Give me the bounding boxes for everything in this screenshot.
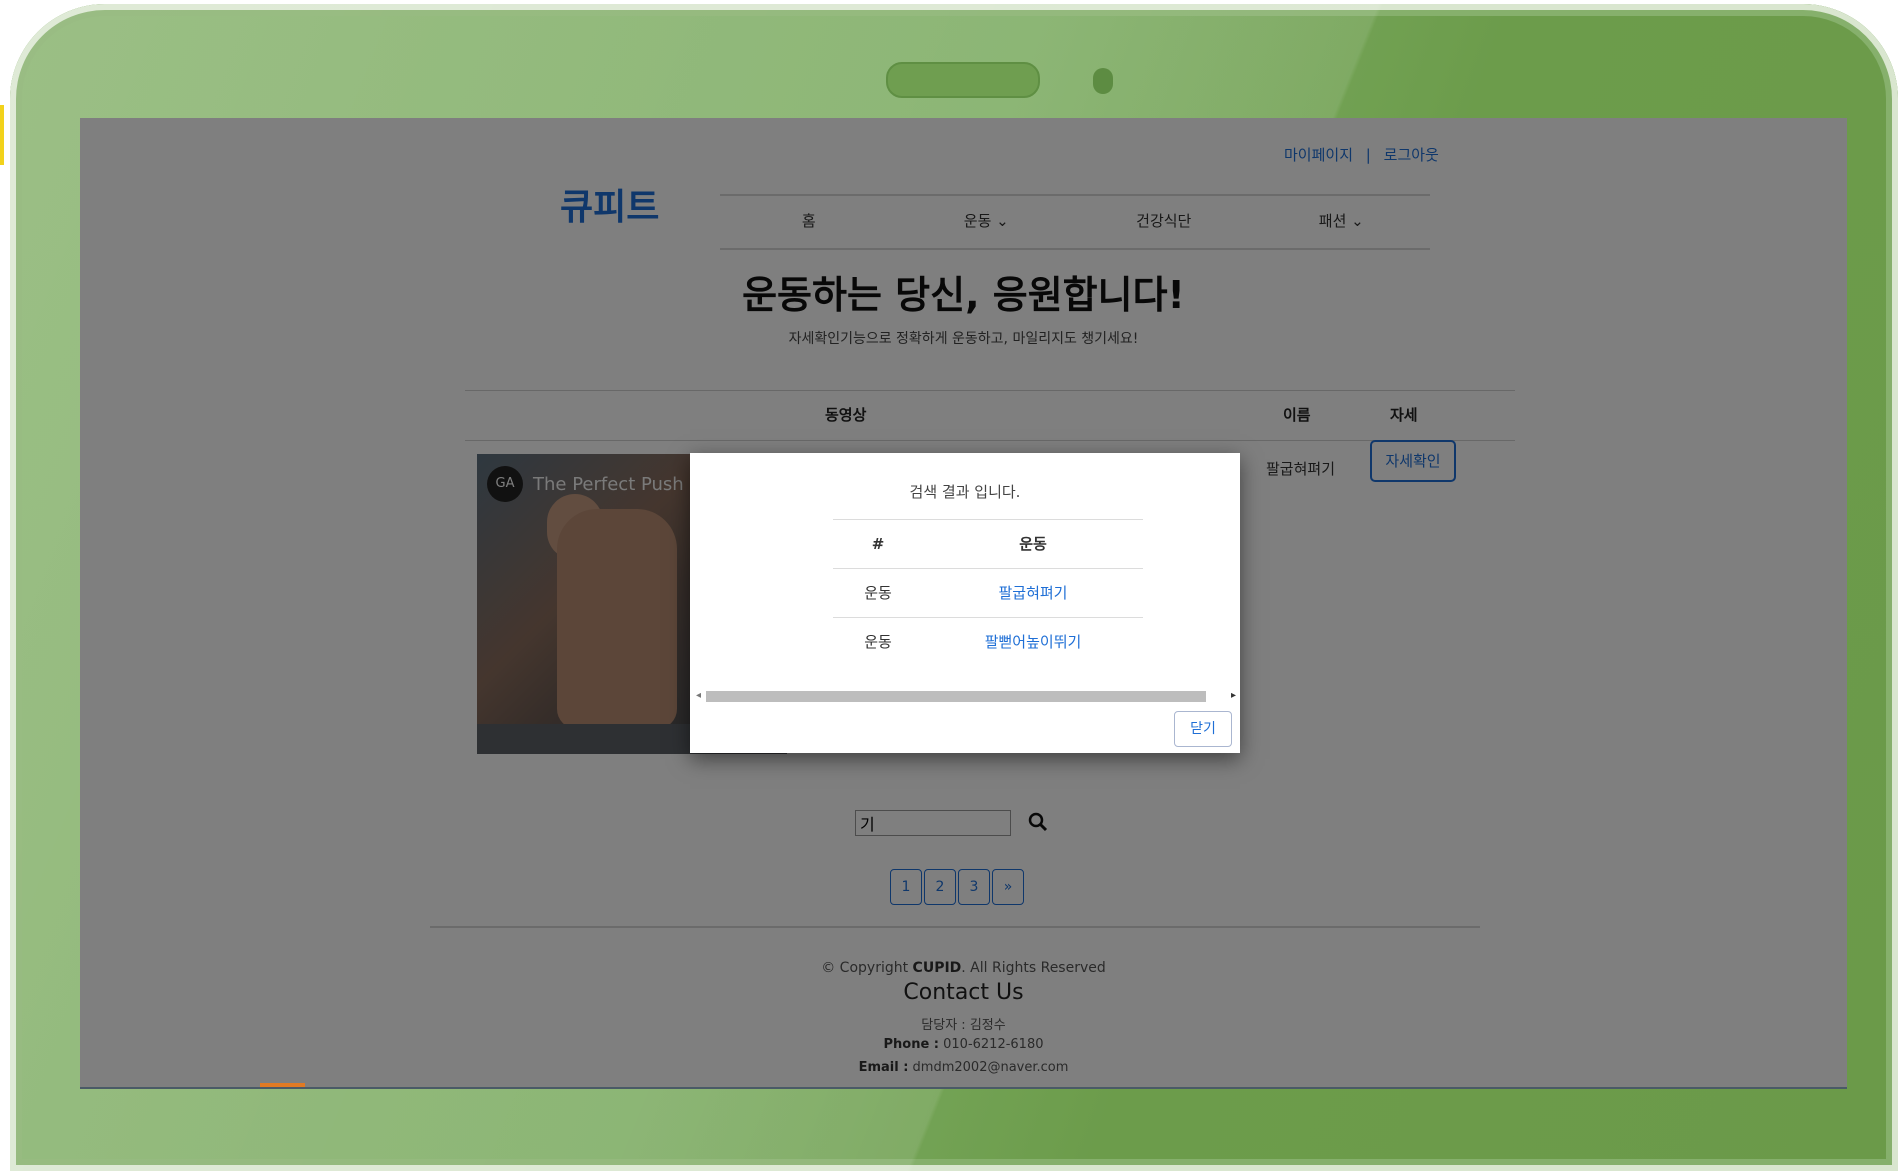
close-button[interactable]: 닫기	[1174, 711, 1232, 747]
search-result-table: # 운동 운동 팔굽혀펴기 운동 팔뻗어높이뛰기	[833, 519, 1143, 666]
modal-title: 검색 결과 입니다.	[909, 483, 1021, 501]
screen: 마이페이지 | 로그아웃 큐피트 홈 운동 ⌄ 건강식단 패션 ⌄ 운동하는 당…	[80, 118, 1847, 1089]
camera-dot	[1093, 68, 1113, 94]
header-exercise: 운동	[1019, 535, 1047, 553]
screen-bottom-edge	[80, 1087, 1847, 1089]
yellow-edge-mark	[0, 105, 4, 165]
tablet-frame: 마이페이지 | 로그아웃 큐피트 홈 운동 ⌄ 건강식단 패션 ⌄ 운동하는 당…	[10, 4, 1898, 1171]
scrollbar-thumb[interactable]	[706, 691, 1206, 702]
table-header-row: # 운동	[833, 519, 1143, 568]
horizontal-scrollbar[interactable]: ◂ ▸	[696, 689, 1236, 703]
row-type: 운동	[864, 584, 892, 602]
row-exercise-link[interactable]: 팔뻗어높이뛰기	[923, 618, 1143, 666]
table-row: 운동 팔뻗어높이뛰기	[833, 617, 1143, 666]
scroll-right-arrow-icon[interactable]: ▸	[1231, 690, 1236, 701]
header-index: #	[871, 535, 885, 553]
row-type: 운동	[864, 633, 892, 651]
scroll-left-arrow-icon[interactable]: ◂	[696, 690, 701, 701]
row-exercise-link[interactable]: 팔굽혀펴기	[923, 569, 1143, 617]
table-row: 운동 팔굽혀펴기	[833, 568, 1143, 617]
search-result-modal: 검색 결과 입니다. # 운동 운동 팔굽혀펴기 운동 팔뻗어높이뛰기 ◂ ▸	[690, 453, 1240, 753]
speaker-slot	[886, 62, 1040, 98]
